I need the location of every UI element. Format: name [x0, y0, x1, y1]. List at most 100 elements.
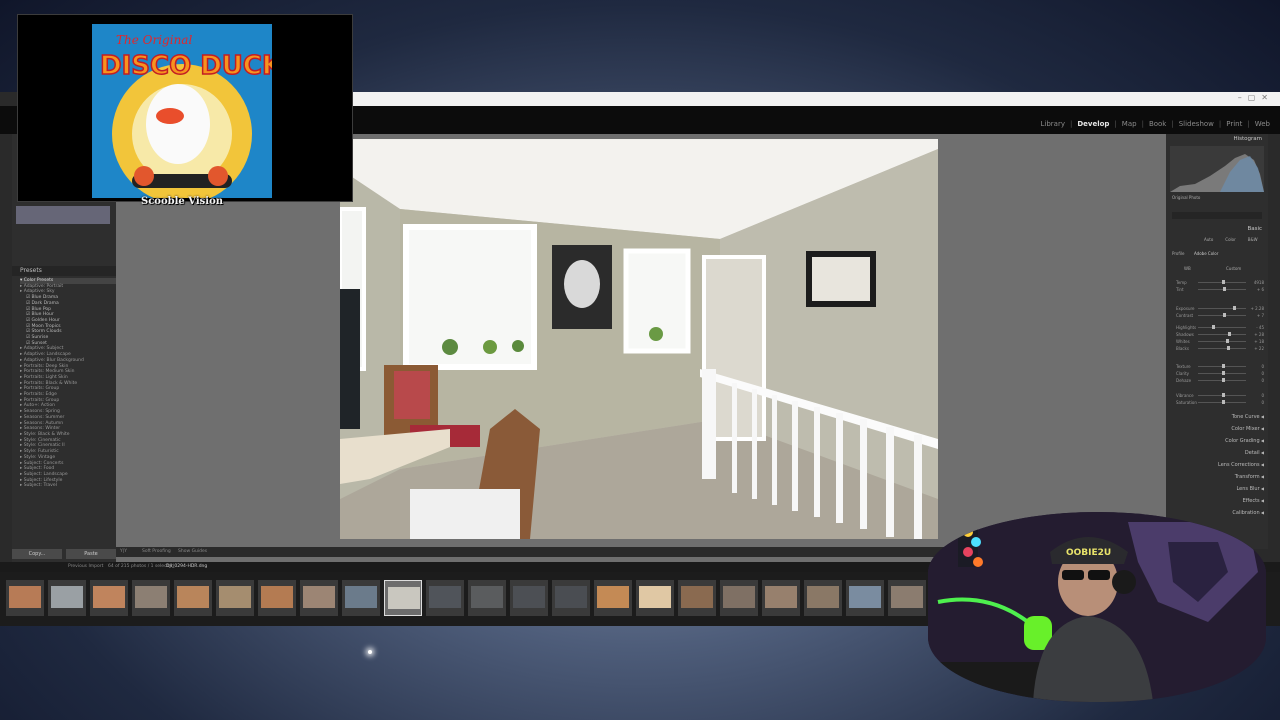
slider-knob[interactable]	[1232, 306, 1236, 310]
slider-knob[interactable]	[1222, 364, 1225, 368]
slider-knob[interactable]	[1222, 371, 1225, 375]
module-map[interactable]: Map	[1122, 120, 1137, 128]
module-book[interactable]: Book	[1149, 120, 1166, 128]
slider-value[interactable]: 0	[1261, 364, 1264, 369]
filmstrip-thumbnail[interactable]	[342, 580, 380, 616]
slider-knob[interactable]	[1222, 378, 1225, 382]
slider-knob[interactable]	[1222, 280, 1225, 284]
slider-value[interactable]: - 45	[1256, 325, 1264, 330]
slider-value[interactable]: 0	[1261, 400, 1264, 405]
slider-blacks[interactable]: Blacks + 22	[1176, 346, 1264, 351]
treatment-color-button[interactable]: Color	[1225, 237, 1235, 242]
section-lens-blur[interactable]: Lens Blur	[1236, 486, 1264, 492]
slider-track[interactable]	[1198, 327, 1246, 328]
treatment-auto-button[interactable]: Auto	[1204, 237, 1213, 242]
slider-knob[interactable]	[1212, 325, 1216, 329]
slider-dehaze[interactable]: Dehaze 0	[1176, 378, 1264, 383]
navigator-preview[interactable]	[16, 206, 110, 224]
before-after-toggle[interactable]: Y|Y	[120, 549, 127, 554]
slider-value[interactable]: 0	[1261, 371, 1264, 376]
filmstrip-thumbnail[interactable]	[216, 580, 254, 616]
slider-highlights[interactable]: Highlights - 45	[1176, 325, 1264, 330]
slider-knob[interactable]	[1222, 393, 1225, 397]
section-color-grading[interactable]: Color Grading	[1225, 438, 1264, 444]
section-transform[interactable]: Transform	[1235, 474, 1264, 480]
filmstrip-thumbnail[interactable]	[258, 580, 296, 616]
profile-select[interactable]: Adobe Color	[1194, 251, 1218, 256]
section-lens-corrections[interactable]: Lens Corrections	[1218, 462, 1264, 468]
section-effects[interactable]: Effects	[1243, 498, 1264, 504]
wb-select[interactable]: Custom	[1226, 266, 1241, 271]
filmstrip-thumbnail[interactable]	[384, 580, 422, 616]
slider-track[interactable]	[1198, 348, 1246, 349]
filmstrip-thumbnail[interactable]	[594, 580, 632, 616]
slider-exposure[interactable]: Exposure + 2.28	[1176, 306, 1264, 311]
slider-value[interactable]: + 7	[1257, 313, 1264, 318]
filmstrip-thumbnail[interactable]	[636, 580, 674, 616]
soft-proofing-toggle[interactable]: Soft Proofing	[142, 549, 171, 554]
module-develop[interactable]: Develop	[1077, 120, 1109, 128]
preset-item[interactable]: ▸ Subject: Travel	[20, 483, 116, 489]
basic-panel-header[interactable]: Basic	[1247, 226, 1262, 232]
filmstrip-thumbnail[interactable]	[48, 580, 86, 616]
slider-saturation[interactable]: Saturation 0	[1176, 400, 1264, 405]
filmstrip-thumbnail[interactable]	[510, 580, 548, 616]
slider-shadows[interactable]: Shadows + 28	[1176, 332, 1264, 337]
show-guides-toggle[interactable]: Show Guides	[178, 549, 207, 554]
section-calibration[interactable]: Calibration	[1232, 510, 1264, 516]
original-photo-check[interactable]: Original Photo	[1172, 195, 1200, 200]
slider-vibrance[interactable]: Vibrance 0	[1176, 393, 1264, 398]
slider-contrast[interactable]: Contrast + 7	[1176, 313, 1264, 318]
slider-track[interactable]	[1198, 334, 1246, 335]
filmstrip-thumbnail[interactable]	[804, 580, 842, 616]
filmstrip-thumbnail[interactable]	[468, 580, 506, 616]
window-controls[interactable]: –▢✕	[1238, 93, 1274, 102]
filmstrip-thumbnail[interactable]	[174, 580, 212, 616]
slider-value[interactable]: 0	[1261, 378, 1264, 383]
slider-knob[interactable]	[1222, 287, 1226, 291]
slider-knob[interactable]	[1222, 313, 1226, 317]
filmstrip-thumbnail[interactable]	[720, 580, 758, 616]
slider-knob[interactable]	[1227, 332, 1231, 336]
slider-value[interactable]: 4918	[1254, 280, 1264, 285]
module-web[interactable]: Web	[1255, 120, 1270, 128]
develop-tool-strip[interactable]	[1172, 212, 1262, 219]
slider-track[interactable]	[1198, 308, 1246, 309]
slider-value[interactable]: + 6	[1257, 287, 1264, 292]
slider-value[interactable]: 0	[1261, 393, 1264, 398]
filmstrip-thumbnail[interactable]	[90, 580, 128, 616]
slider-track[interactable]	[1198, 341, 1246, 342]
slider-knob[interactable]	[1225, 339, 1229, 343]
module-library[interactable]: Library	[1041, 120, 1065, 128]
filmstrip-thumbnail[interactable]	[762, 580, 800, 616]
filmstrip-source[interactable]: Previous Import	[68, 564, 103, 569]
treatment-bw-button[interactable]: B&W	[1248, 237, 1258, 242]
module-slideshow[interactable]: Slideshow	[1179, 120, 1214, 128]
slider-knob[interactable]	[1226, 346, 1230, 350]
slider-temp[interactable]: Temp 4918	[1176, 280, 1264, 285]
filmstrip-thumbnail[interactable]	[426, 580, 464, 616]
section-detail[interactable]: Detail	[1245, 450, 1264, 456]
section-color-mixer[interactable]: Color Mixer	[1231, 426, 1264, 432]
filmstrip-thumbnail[interactable]	[888, 580, 926, 616]
section-tone-curve[interactable]: Tone Curve	[1232, 414, 1264, 420]
presets-header[interactable]: Presets	[12, 266, 116, 276]
slider-clarity[interactable]: Clarity 0	[1176, 371, 1264, 376]
slider-knob[interactable]	[1222, 400, 1225, 404]
copy-button[interactable]: Copy...	[12, 549, 62, 559]
main-photo[interactable]	[340, 139, 938, 539]
slider-value[interactable]: + 2.28	[1250, 306, 1264, 311]
slider-tint[interactable]: Tint + 6	[1176, 287, 1264, 292]
filmstrip-thumbnail[interactable]	[6, 580, 44, 616]
slider-whites[interactable]: Whites + 18	[1176, 339, 1264, 344]
filmstrip-thumbnail[interactable]	[846, 580, 884, 616]
histogram-header[interactable]: Histogram	[1233, 136, 1262, 142]
slider-value[interactable]: + 28	[1254, 332, 1264, 337]
filmstrip-thumbnail[interactable]	[552, 580, 590, 616]
module-print[interactable]: Print	[1226, 120, 1242, 128]
filmstrip-thumbnail[interactable]	[300, 580, 338, 616]
slider-value[interactable]: + 18	[1254, 339, 1264, 344]
filmstrip-thumbnail[interactable]	[678, 580, 716, 616]
filmstrip-thumbnail[interactable]	[132, 580, 170, 616]
slider-value[interactable]: + 22	[1254, 346, 1264, 351]
